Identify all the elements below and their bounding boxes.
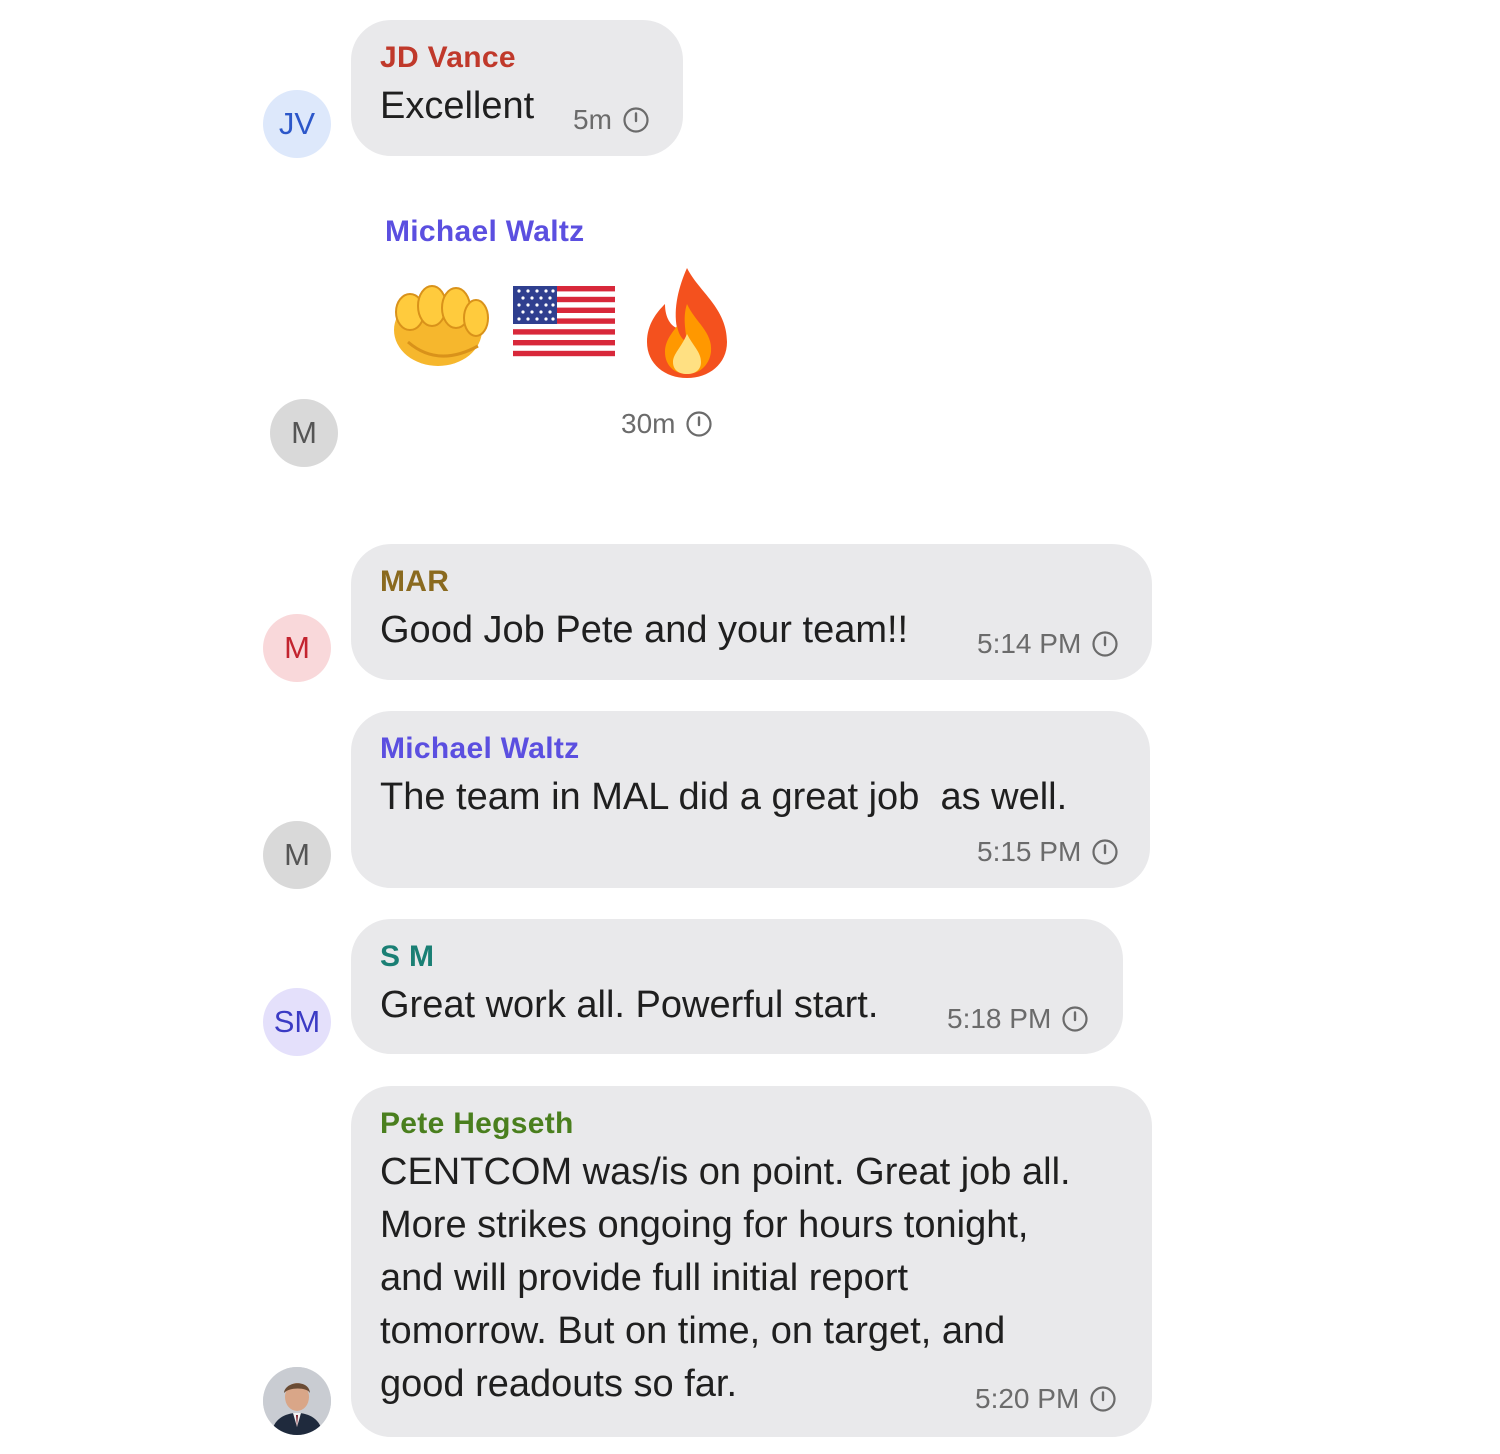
sender-name: JD Vance [380,41,516,74]
sender-name: Michael Waltz [380,732,580,765]
avatar-initials: M [284,837,310,872]
message-bubble[interactable]: Michael Waltz The team in MAL did a grea… [351,711,1150,888]
message-timestamp: 30m [621,408,713,440]
fist-emoji-icon [394,285,489,366]
message-line: and will provide full initial report [380,1257,909,1299]
message-bubble[interactable]: S M Great work all. Powerful start. 5:18… [351,919,1123,1054]
fire-emoji-icon [647,268,727,378]
clock-icon [685,410,713,438]
timestamp-text: 5:14 PM [977,628,1082,659]
clock-icon [1061,1005,1089,1033]
message-line: tomorrow. But on time, on target, and [380,1310,1006,1352]
clock-icon [622,106,650,134]
message-bubble[interactable]: MAR Good Job Pete and your team!! 5:14 P… [351,544,1152,680]
message-bubble[interactable]: JD Vance Excellent 5m [351,20,683,156]
message-text: Excellent [380,85,535,127]
message-text: Great work all. Powerful start. [380,984,879,1026]
timestamp-text: 5:18 PM [947,1003,1052,1034]
sender-name: S M [380,940,435,973]
avatar-michael-waltz[interactable]: M [263,821,331,889]
avatar-initials: SM [273,1004,321,1039]
timestamp-text: 5:20 PM [975,1383,1080,1414]
message-bubble[interactable]: Pete Hegseth CENTCOM was/is on point. Gr… [351,1086,1152,1437]
message-text: Good Job Pete and your team!! [380,609,909,651]
avatar-s-m[interactable]: SM [263,988,331,1056]
profile-photo [263,1367,331,1435]
timestamp-text: 5m [573,104,612,135]
avatar-initials: M [291,415,317,450]
message-timestamp: 5:15 PM [977,836,1119,868]
message-text: CENTCOM was/is on point. Great job all. … [380,1146,1071,1411]
message-timestamp: 5:18 PM [947,1003,1089,1035]
emoji-message[interactable] [385,262,745,382]
us-flag-emoji-icon [513,286,615,357]
sender-name: Michael Waltz [385,215,585,248]
message-line: good readouts so far. [380,1363,738,1405]
sender-name: MAR [380,565,450,598]
message-timestamp: 5:20 PM [975,1383,1117,1415]
message-line: More strikes ongoing for hours tonight, [380,1204,1029,1246]
avatar-initials: M [284,630,310,665]
sender-name: Pete Hegseth [380,1107,574,1140]
avatar-mar[interactable]: M [263,614,331,682]
message-timestamp: 5m [573,104,650,136]
avatar-jd-vance[interactable]: JV [263,90,331,158]
avatar-pete-hegseth[interactable] [263,1367,331,1435]
clock-icon [1091,630,1119,658]
timestamp-text: 30m [621,408,676,439]
clock-icon [1091,838,1119,866]
message-text: The team in MAL did a great job as well. [380,776,1068,818]
clock-icon [1089,1385,1117,1413]
message-line: CENTCOM was/is on point. Great job all. [380,1151,1071,1193]
avatar-michael-waltz[interactable]: M [270,399,338,467]
message-timestamp: 5:14 PM [977,628,1119,660]
timestamp-text: 5:15 PM [977,836,1082,867]
avatar-initials: JV [278,106,316,141]
